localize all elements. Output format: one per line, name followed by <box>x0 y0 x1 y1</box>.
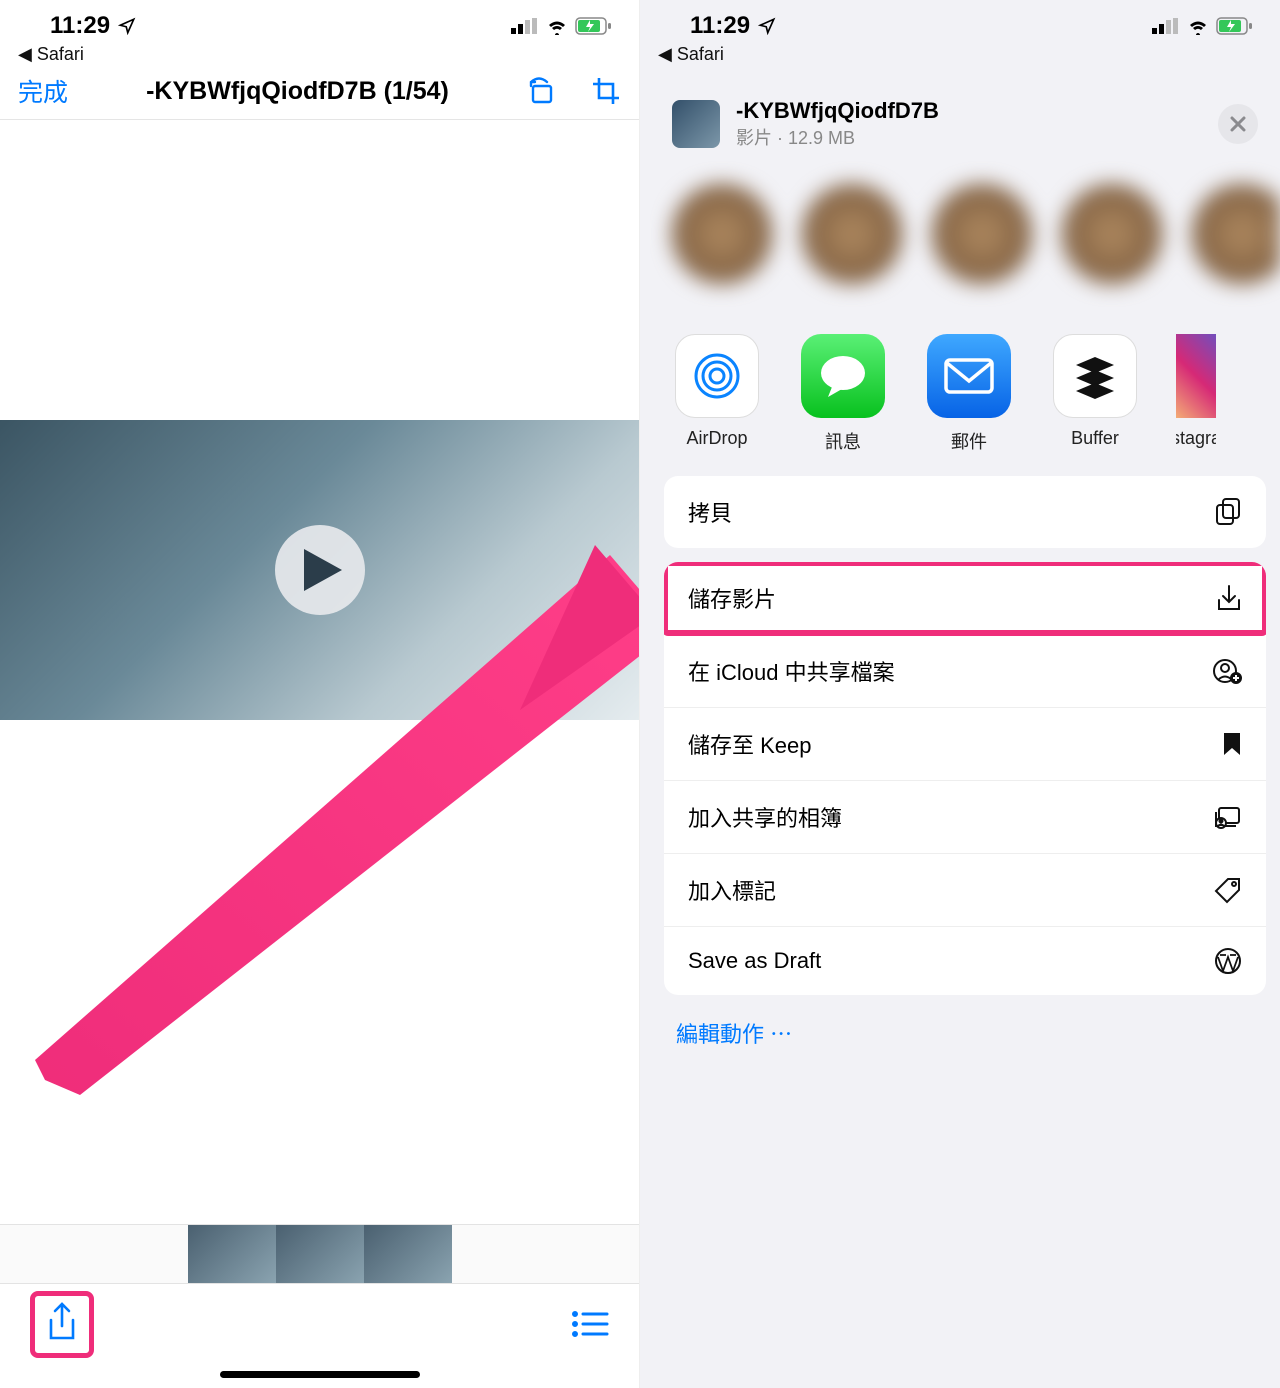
file-title: -KYBWfjqQiodfD7B (1/54) <box>146 77 449 106</box>
play-icon <box>304 549 342 591</box>
action-group-a: 拷貝 <box>664 476 1266 548</box>
status-time: 11:29 <box>50 12 110 40</box>
list-icon[interactable] <box>571 1309 609 1339</box>
mail-icon <box>943 357 995 395</box>
file-meta: 影片 · 12.9 MB <box>736 124 939 150</box>
action-label: 儲存至 Keep <box>688 728 812 760</box>
phone-right: 11:29 ◀ Safari -KYBWfjqQiodfD7B 影片 · 12.… <box>640 0 1280 1388</box>
navbar: 完成 -KYBWfjqQiodfD7B (1/54) <box>0 65 639 120</box>
edit-actions-link[interactable]: 編輯動作 ⋯ <box>650 999 1280 1067</box>
action-label: 在 iCloud 中共享檔案 <box>688 655 895 687</box>
action-icloud-share[interactable]: 在 iCloud 中共享檔案 <box>664 634 1266 707</box>
contacts-row[interactable] <box>650 164 1280 324</box>
action-copy[interactable]: 拷貝 <box>664 476 1266 548</box>
shared-album-icon <box>1212 805 1242 829</box>
apps-row: AirDrop 訊息 郵件 Buffer <box>650 324 1280 472</box>
status-time: 11:29 <box>690 12 750 40</box>
status-bar: 11:29 <box>640 0 1280 44</box>
file-thumbnail <box>672 100 720 148</box>
action-label: 儲存影片 <box>688 582 776 614</box>
app-instagram[interactable]: Instagram <box>1176 334 1216 454</box>
contact-avatar[interactable] <box>802 184 902 284</box>
app-label: 訊息 <box>825 428 861 454</box>
sheet-header: -KYBWfjqQiodfD7B 影片 · 12.9 MB <box>650 94 1280 164</box>
share-icon <box>45 1302 79 1342</box>
airdrop-icon <box>689 348 745 404</box>
action-label: 加入標記 <box>688 874 776 906</box>
status-bar: 11:29 <box>0 0 639 44</box>
share-button[interactable] <box>30 1291 94 1358</box>
messages-icon <box>818 353 868 399</box>
app-mail[interactable]: 郵件 <box>924 334 1014 454</box>
home-indicator[interactable] <box>220 1371 420 1378</box>
location-icon <box>758 17 776 35</box>
crop-icon[interactable] <box>591 76 621 106</box>
close-icon <box>1229 115 1247 133</box>
person-add-icon <box>1212 658 1242 684</box>
action-save-video[interactable]: 儲存影片 <box>664 562 1266 634</box>
app-airdrop[interactable]: AirDrop <box>672 334 762 454</box>
file-name: -KYBWfjqQiodfD7B <box>736 98 939 124</box>
app-buffer[interactable]: Buffer <box>1050 334 1140 454</box>
signal-icon <box>511 18 539 34</box>
app-label: Instagram <box>1176 428 1216 449</box>
play-button[interactable] <box>275 525 365 615</box>
action-shared-album[interactable]: 加入共享的相簿 <box>664 780 1266 853</box>
app-label: 郵件 <box>951 428 987 454</box>
contact-avatar[interactable] <box>672 184 772 284</box>
tag-icon <box>1214 876 1242 904</box>
contact-avatar[interactable] <box>932 184 1032 284</box>
close-button[interactable] <box>1218 104 1258 144</box>
action-label: 拷貝 <box>688 496 732 528</box>
battery-icon <box>1216 17 1254 35</box>
buffer-icon <box>1072 353 1118 399</box>
back-to-app[interactable]: ◀ Safari <box>0 44 639 65</box>
copy-icon <box>1214 497 1242 527</box>
action-save-keep[interactable]: 儲存至 Keep <box>664 707 1266 780</box>
signal-icon <box>1152 18 1180 34</box>
action-label: Save as Draft <box>688 948 821 974</box>
wordpress-icon <box>1214 947 1242 975</box>
done-button[interactable]: 完成 <box>18 73 68 109</box>
video-preview[interactable] <box>0 420 639 720</box>
bookmark-icon <box>1222 731 1242 757</box>
rotate-icon[interactable] <box>527 76 557 106</box>
contact-avatar[interactable] <box>1062 184 1162 284</box>
app-messages[interactable]: 訊息 <box>798 334 888 454</box>
thumbnail[interactable] <box>188 1225 276 1283</box>
thumbnail[interactable] <box>364 1225 452 1283</box>
battery-icon <box>575 17 613 35</box>
action-add-tag[interactable]: 加入標記 <box>664 853 1266 926</box>
phone-left: 11:29 ◀ Safari 完成 -KYBWfjqQiodfD7B (1/54… <box>0 0 640 1388</box>
action-group-b: 儲存影片 在 iCloud 中共享檔案 儲存至 Keep 加入共享的相簿 加入標… <box>664 562 1266 995</box>
thumbnail[interactable] <box>276 1225 364 1283</box>
wifi-icon <box>1186 17 1210 35</box>
wifi-icon <box>545 17 569 35</box>
location-icon <box>118 17 136 35</box>
app-label: AirDrop <box>686 428 747 449</box>
app-label: Buffer <box>1071 428 1119 449</box>
action-label: 加入共享的相簿 <box>688 801 842 833</box>
share-sheet: -KYBWfjqQiodfD7B 影片 · 12.9 MB AirDrop <box>650 78 1280 1388</box>
thumbnail-strip[interactable] <box>0 1224 639 1284</box>
action-save-draft[interactable]: Save as Draft <box>664 926 1266 995</box>
download-icon <box>1216 584 1242 612</box>
back-to-app[interactable]: ◀ Safari <box>640 44 1280 65</box>
contact-avatar[interactable] <box>1192 184 1280 284</box>
